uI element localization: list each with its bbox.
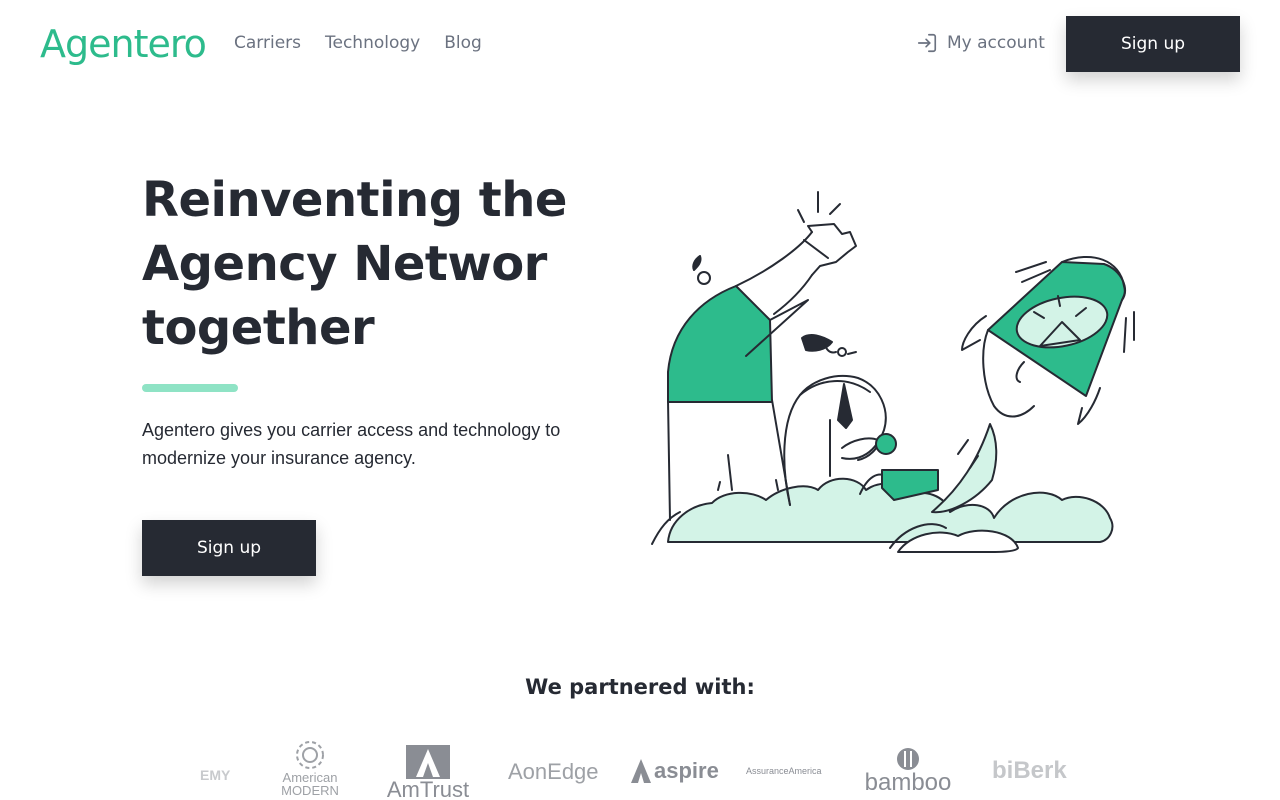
hero-title: Reinventing the Agency Networ together [142,168,622,360]
amtrust-a-icon [406,745,450,779]
hero-subtitle: Agentero gives you carrier access and te… [142,420,561,468]
hero-illustration [651,191,1135,553]
nav-link-carriers[interactable]: Carriers [234,32,301,54]
accent-bar [142,384,238,392]
my-account-label: My account [947,33,1045,53]
american-modern-emblem-icon [296,741,324,769]
aspire-a-icon [631,759,651,783]
partner-logo-bamboo: bamboo [862,747,954,795]
partners-title: We partnered with: [525,675,755,699]
partner-logo-assuranceamerica: AssuranceAmerica [746,766,822,776]
amtrust-label: AmTrust [386,777,470,800]
bamboo-label: bamboo [864,769,952,796]
partner-logo-amtrust: AmTrust [386,743,470,800]
agentero-logo[interactable]: Agentero [40,24,207,64]
partner-logo-american-modern: American MODERN [274,739,346,797]
partner-logo-emy: EMY [200,767,231,783]
my-account-link[interactable]: My account [916,32,1045,54]
hero-title-line: together [142,300,375,356]
nav-link-technology[interactable]: Technology [325,32,420,54]
partner-logos-strip: EMY American MODERN AmTrust AonEdge aspi… [190,735,1090,800]
hero-title-line: Reinventing the [142,172,567,228]
aspire-label: aspire [654,758,719,783]
bamboo-emblem-icon [897,748,919,770]
nav-link-blog[interactable]: Blog [444,32,482,54]
partner-logo-aspire: aspire [630,757,719,785]
partner-logo-aonedge: AonEdge [508,759,599,784]
hero-signup-button[interactable]: Sign up [142,520,316,576]
site-header: Agentero Carriers Technology Blog My acc… [0,0,1280,88]
american-modern-label: American MODERN [281,770,339,798]
login-arrow-icon [917,33,937,53]
partner-logo-biberk: biBerk [992,757,1067,784]
hero-title-line: Agency Networ [142,236,547,292]
main-nav: Carriers Technology Blog [234,32,482,54]
header-signup-button[interactable]: Sign up [1066,16,1240,72]
